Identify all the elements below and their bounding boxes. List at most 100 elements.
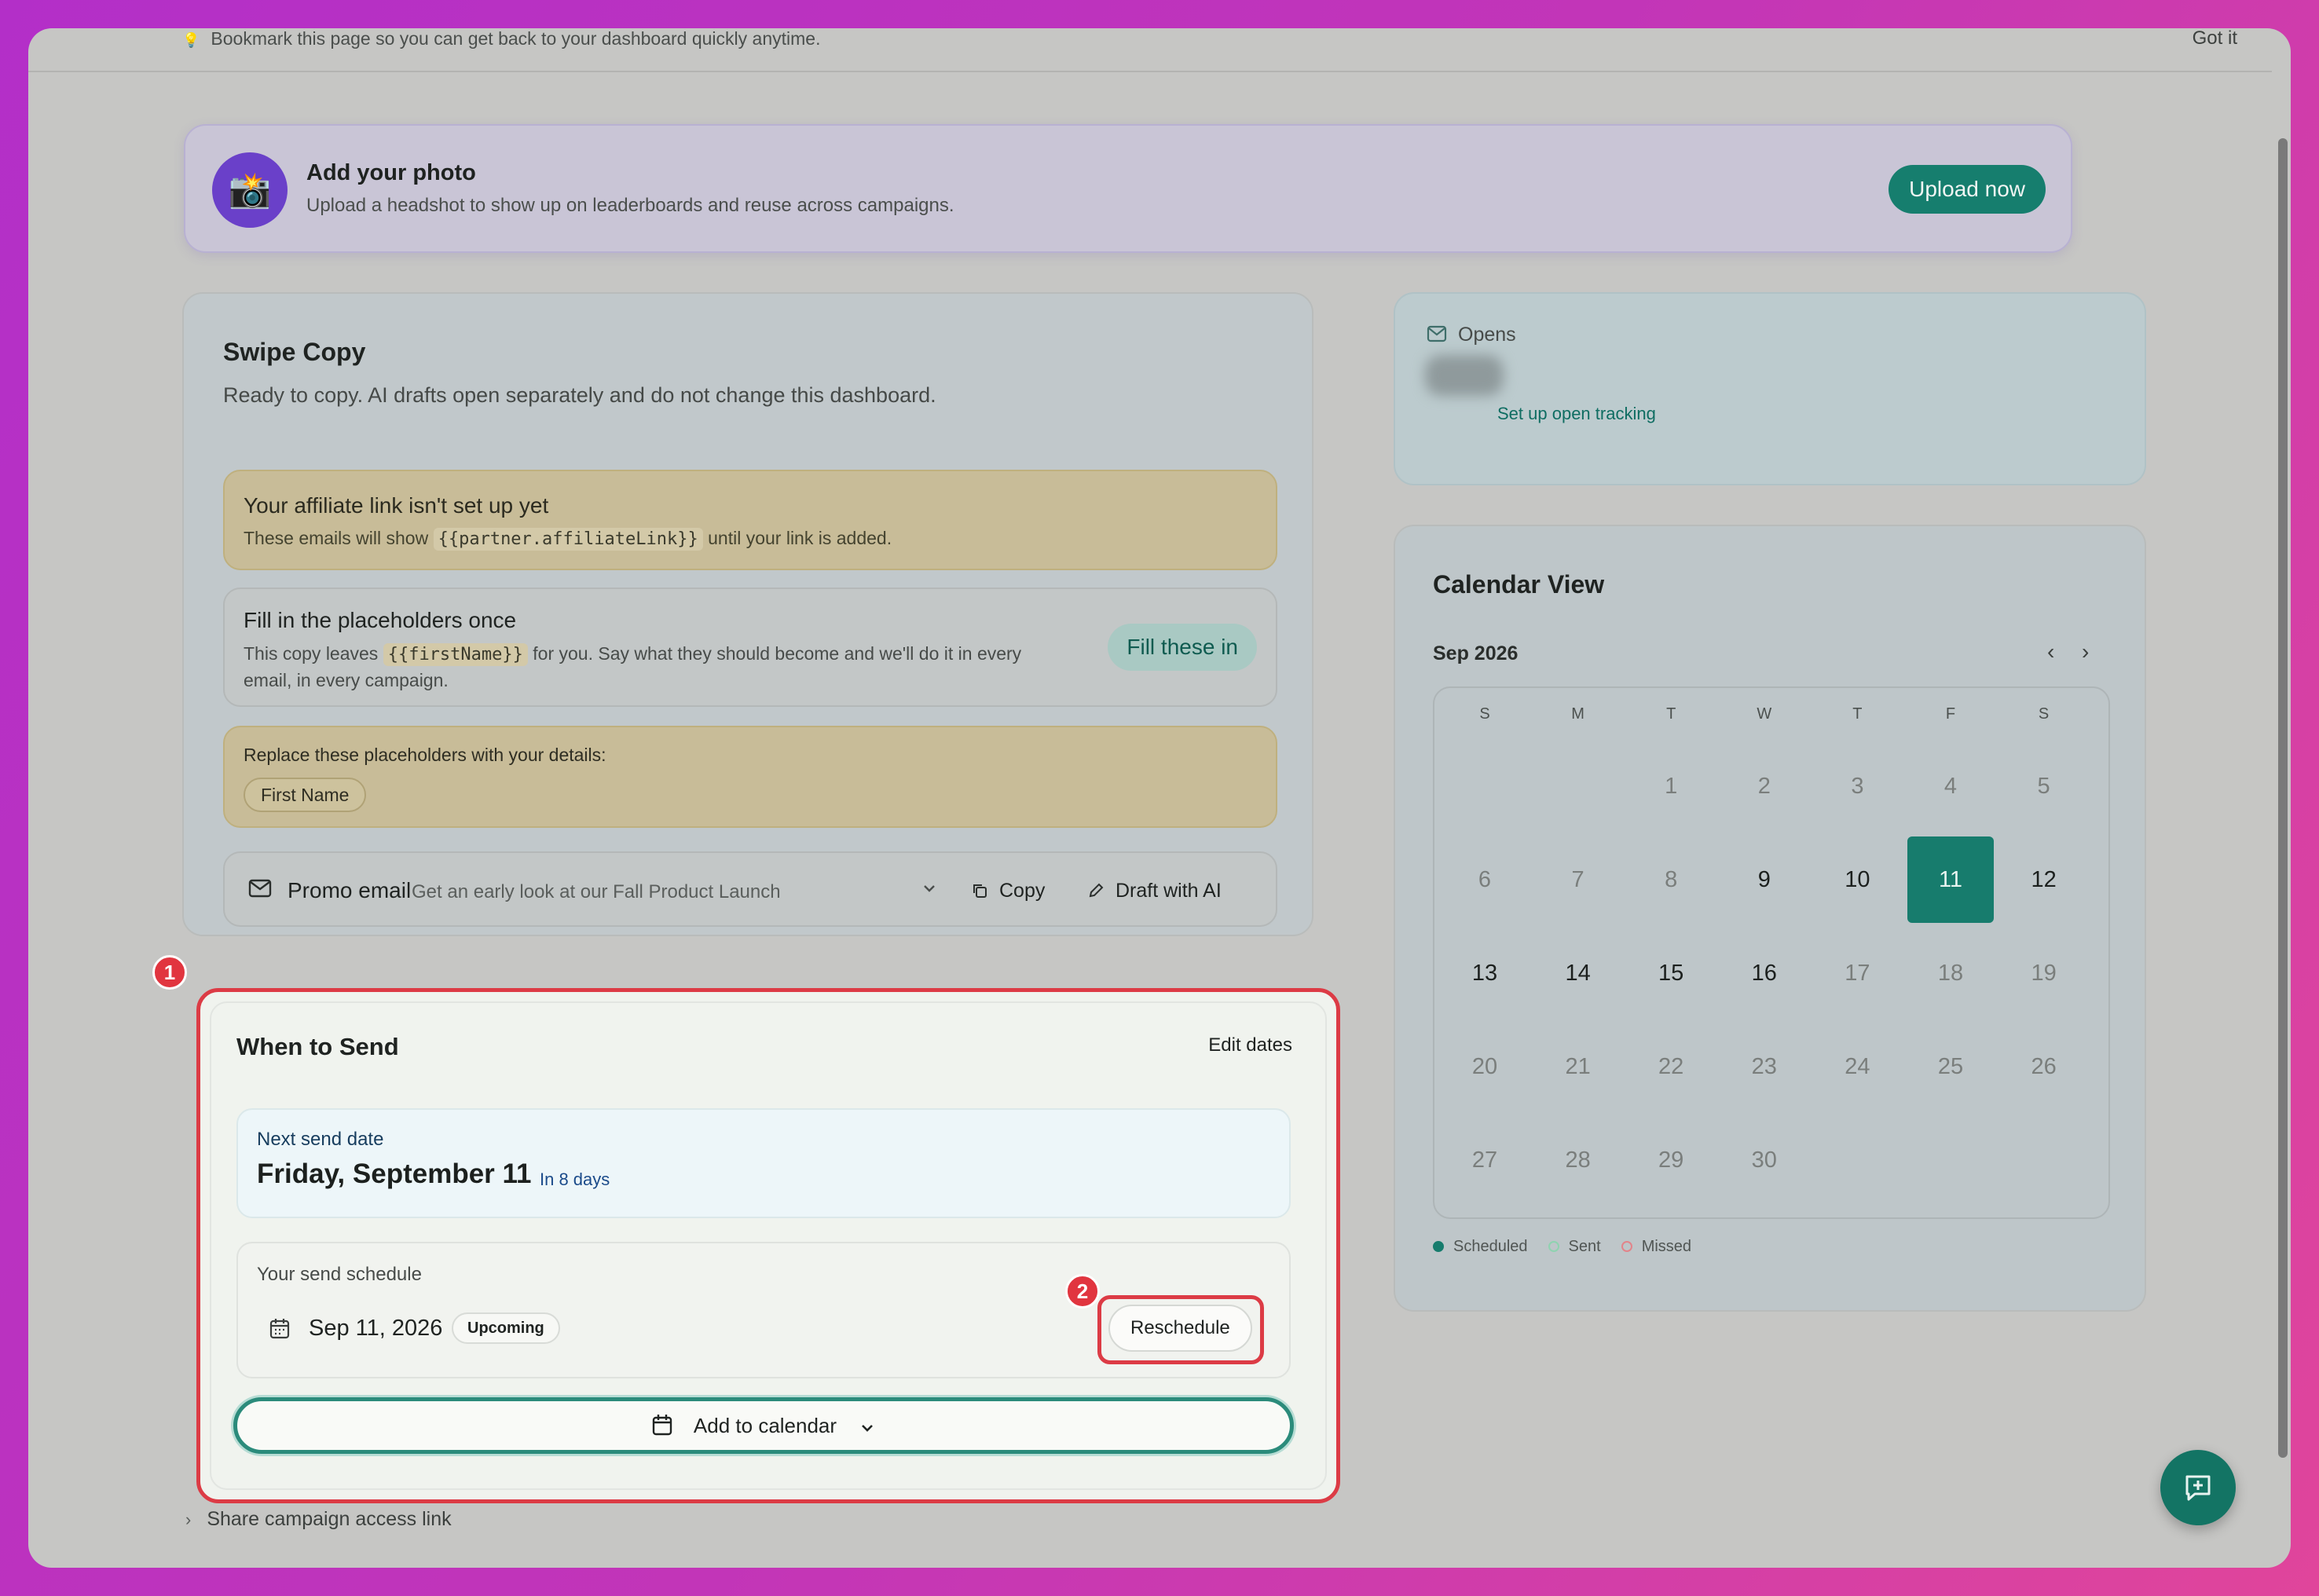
promo-email-row[interactable]: Promo email Get an early look at our Fal… [223,851,1277,927]
lightbulb-icon: 💡 [182,32,200,48]
when-to-send-title: When to Send [236,1033,399,1060]
add-photo-subtitle: Upload a headshot to show up on leaderbo… [306,195,954,216]
legend-label: Missed [1641,1238,1692,1255]
first-name-chip[interactable]: First Name [244,778,367,812]
legend-dot-icon [1548,1241,1559,1252]
calendar-day[interactable]: 20 [1442,1023,1528,1110]
calendar-day[interactable]: 7 [1535,836,1621,923]
set-up-open-tracking-link[interactable]: Set up open tracking [1497,404,1656,424]
promo-email-subject: Get an early look at our Fall Product La… [412,881,781,902]
chevron-left-icon[interactable]: ‹ [2047,639,2054,664]
calendar-day[interactable]: 16 [1721,930,1808,1016]
calendar-day[interactable]: 17 [1814,930,1900,1016]
calendar-title: Calendar View [1433,570,1605,598]
edit-dates-button[interactable]: Edit dates [1208,1034,1292,1056]
promo-email-label: Promo email [288,878,412,902]
legend-label: Scheduled [1453,1238,1528,1255]
calendar-day[interactable]: 25 [1907,1023,1994,1110]
draft-with-ai-button[interactable]: Draft with AI [1087,880,1222,902]
calendar-day[interactable]: 12 [2001,836,2087,923]
legend-dot-icon [1621,1241,1632,1252]
add-photo-card: 📸 Add your photo Upload a headshot to sh… [184,124,2072,253]
chat-plus-icon [2185,1475,2211,1501]
calendar-legend: Scheduled Sent Missed [1433,1238,1712,1256]
draft-with-ai-label: Draft with AI [1116,880,1222,902]
calendar-day[interactable]: 3 [1814,743,1900,829]
app-window: 💡 Bookmark this page so you can get back … [28,28,2291,1568]
calendar-day[interactable]: 26 [2001,1023,2087,1110]
calendar-day[interactable]: 10 [1814,836,1900,923]
calendar-day-selected[interactable]: 11 [1907,836,1994,923]
chevron-down-icon[interactable] [921,880,938,897]
got-it-button[interactable]: Got it [2193,28,2237,49]
weekday-header: F [1945,705,1956,723]
fill-text-pre: This copy leaves [244,643,379,664]
calendar-day[interactable]: 21 [1535,1023,1621,1110]
fill-placeholders-title: Fill in the placeholders once [244,608,517,632]
chevron-right-icon[interactable]: › [2082,639,2089,664]
affiliate-warning-text: These emails will show {{partner.affilia… [244,528,892,551]
affiliate-text-post: until your link is added. [708,528,892,548]
calendar-grid: S M T W T F S 1 2 3 4 5 6 7 8 9 10 11 12 13 14 15 16 17 18 19 20 21… [1433,686,2110,1219]
add-to-calendar-button[interactable]: Add to calendar [233,1397,1294,1454]
share-campaign-label: Share campaign access link [207,1508,452,1530]
calendar-day[interactable]: 23 [1721,1023,1808,1110]
next-send-date: Friday, September 11 [257,1159,532,1189]
mail-icon [1427,325,1447,342]
calendar-day[interactable]: 5 [2001,743,2087,829]
affiliate-warning-title: Your affiliate link isn't set up yet [244,493,549,518]
reschedule-button[interactable]: Reschedule [1108,1305,1252,1352]
scrollbar[interactable] [2278,138,2288,1458]
calendar-day[interactable]: 1 [1628,743,1714,829]
firstname-placeholder-code: {{firstName}} [383,643,528,666]
calendar-day[interactable]: 28 [1535,1117,1621,1203]
calendar-day[interactable]: 2 [1721,743,1808,829]
calendar-day[interactable]: 24 [1814,1023,1900,1110]
calendar-day[interactable]: 4 [1907,743,1994,829]
calendar-day[interactable]: 15 [1628,930,1714,1016]
weekday-header: S [2038,705,2050,723]
calendar-day[interactable]: 8 [1628,836,1714,923]
legend-label: Sent [1568,1238,1601,1255]
calendar-day[interactable]: 9 [1721,836,1808,923]
calendar-icon [652,1415,672,1436]
copy-button[interactable]: Copy [971,880,1045,902]
send-schedule-label: Your send schedule [257,1264,422,1285]
upload-now-button[interactable]: Upload now [1889,165,2046,214]
next-send-box: Next send date Friday, September 11 In 8… [236,1108,1291,1218]
swipe-copy-desc: Ready to copy. AI drafts open separately… [223,383,936,407]
legend-item: Sent [1548,1238,1601,1255]
calendar-day[interactable]: 22 [1628,1023,1714,1110]
calendar-day[interactable]: 14 [1535,930,1621,1016]
swipe-copy-title: Swipe Copy [223,338,366,366]
replace-placeholders-title: Replace these placeholders with your det… [244,745,606,765]
pencil-icon [1089,883,1104,898]
weekday-header: S [1479,705,1490,723]
calendar-month: Sep 2026 [1433,642,1519,664]
calendar-day[interactable]: 6 [1442,836,1528,923]
affiliate-warning: Your affiliate link isn't set up yet The… [223,470,1277,570]
legend-item: Scheduled [1433,1238,1528,1255]
chevron-right-icon: › [185,1510,192,1529]
calendar-day[interactable]: 29 [1628,1117,1714,1203]
calendar-day[interactable]: 19 [2001,930,2087,1016]
calendar-day[interactable]: 30 [1721,1117,1808,1203]
affiliate-placeholder-code: {{partner.affiliateLink}} [433,528,703,551]
calendar-day[interactable]: 18 [1907,930,1994,1016]
calendar-day[interactable]: 27 [1442,1117,1528,1203]
bookmark-tip-bar: 💡 Bookmark this page so you can get back … [28,28,2272,72]
fill-these-in-button[interactable]: Fill these in [1108,624,1257,671]
chat-fab-button[interactable] [2160,1450,2236,1525]
days-until-badge: In 8 days [540,1170,610,1189]
weekday-header: T [1666,705,1676,723]
opens-label: Opens [1458,324,1516,346]
legend-dot-icon [1433,1241,1444,1252]
share-campaign-link-toggle[interactable]: › Share campaign access link [185,1508,452,1531]
swipe-copy-card: Swipe Copy Ready to copy. AI drafts open… [182,292,1313,936]
calendar-day[interactable]: 13 [1442,930,1528,1016]
weekday-header: M [1571,705,1584,723]
calendar-card: Calendar View Sep 2026 ‹ › SMTWTFS123456… [1394,525,2146,1312]
weekday-header: T [1852,705,1863,723]
opens-card: Opens Set up open tracking [1394,292,2146,485]
schedule-date: Sep 11, 2026 [309,1316,443,1341]
